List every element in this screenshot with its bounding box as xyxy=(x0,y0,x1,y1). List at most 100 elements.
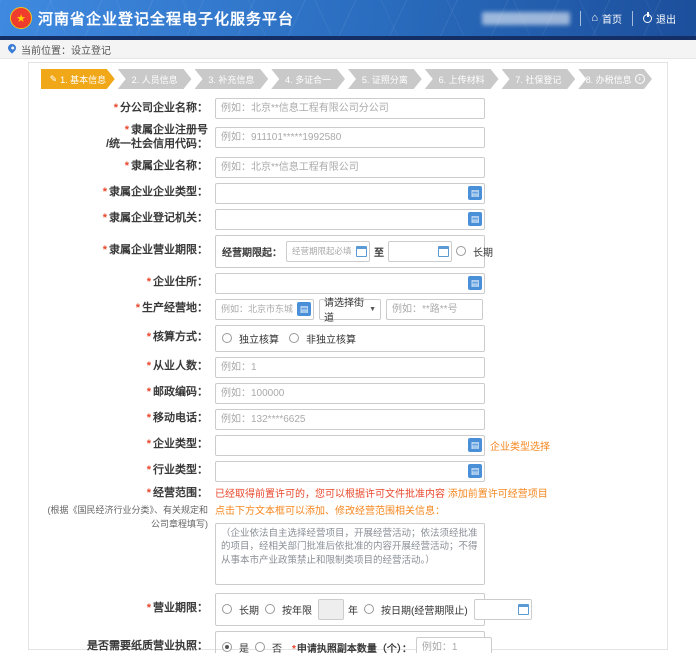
picker-icon[interactable]: ▤ xyxy=(468,464,482,478)
term-start-label: 经营期限起： xyxy=(222,244,282,259)
required-asterisk: * xyxy=(147,386,151,398)
field-row-branch-name: *分公司企业名称： xyxy=(39,98,657,119)
term-long-radio[interactable] xyxy=(222,604,232,614)
branch-name-input[interactable] xyxy=(215,98,485,119)
tab-personnel-info[interactable]: 2. 人员信息 xyxy=(118,69,192,89)
required-asterisk: * xyxy=(147,360,151,372)
employees-label: 从业人数： xyxy=(153,360,208,372)
app-header: ★ 河南省企业登记全程电子化服务平台 ⌂ 首页 退出 xyxy=(0,0,696,36)
tab-basic-info[interactable]: ✎ 1. 基本信息 xyxy=(41,69,115,89)
field-row-company-type: *企业类型： ▤ 企业类型选择 xyxy=(39,435,657,456)
paper-no-radio[interactable] xyxy=(255,642,265,652)
road-input[interactable] xyxy=(386,299,483,320)
postcode-input[interactable] xyxy=(215,383,485,404)
field-row-business-place: *生产经营地： ▤ 请选择街道▼ xyxy=(39,299,657,320)
field-row-mobile: *移动电话： xyxy=(39,409,657,430)
picker-icon[interactable]: ▤ xyxy=(468,212,482,226)
field-row-industry-type: *行业类型： ▤ xyxy=(39,461,657,482)
term-to-label: 至 xyxy=(374,244,384,259)
parent-regno-label-1: 隶属企业注册号 xyxy=(131,124,208,136)
logout-link[interactable]: 退出 xyxy=(632,11,686,26)
required-asterisk: * xyxy=(147,464,151,476)
business-scope-label: 经营范围： xyxy=(153,487,208,499)
picker-icon[interactable]: ▤ xyxy=(468,186,482,200)
business-scope-textarea[interactable]: （企业依法自主选择经营项目，开展经营活动；依法须经批准的项目，经相关部门批准后依… xyxy=(215,523,485,585)
paper-license-label: 是否需要纸质营业执照： xyxy=(87,640,208,652)
company-type-input[interactable] xyxy=(215,435,485,456)
chevron-right-icon: › xyxy=(635,74,645,84)
required-asterisk: * xyxy=(125,124,129,136)
company-type-label: 企业类型： xyxy=(153,438,208,450)
non-independent-accounting-label: 非独立核算 xyxy=(306,331,356,346)
term-years-input[interactable] xyxy=(318,599,344,620)
required-asterisk: * xyxy=(125,160,129,172)
tab-multi-cert[interactable]: 4. 多证合一 xyxy=(271,69,345,89)
industry-type-label: 行业类型： xyxy=(153,464,208,476)
location-pin-icon xyxy=(6,42,17,53)
employees-input[interactable] xyxy=(215,357,485,378)
parent-type-input[interactable] xyxy=(215,183,485,204)
picker-icon[interactable]: ▤ xyxy=(297,302,311,316)
independent-accounting-radio[interactable] xyxy=(222,333,232,343)
street-select[interactable]: 请选择街道▼ xyxy=(319,299,381,320)
home-icon: ⌂ xyxy=(591,13,598,24)
tab-social-security[interactable]: 7. 社保登记 xyxy=(502,69,576,89)
parent-regno-label-2: /统一社会信用代码： xyxy=(106,138,208,150)
required-asterisk: * xyxy=(103,212,107,224)
picker-icon[interactable]: ▤ xyxy=(468,276,482,290)
year-unit-label: 年 xyxy=(348,602,358,617)
required-asterisk: * xyxy=(147,487,151,499)
picker-icon[interactable]: ▤ xyxy=(468,438,482,452)
parent-name-input[interactable] xyxy=(215,157,485,178)
power-icon xyxy=(643,14,652,23)
calendar-icon[interactable] xyxy=(438,246,449,257)
paper-yes-radio[interactable] xyxy=(222,642,232,652)
parent-regno-input[interactable] xyxy=(215,127,485,148)
tab-supplement-info[interactable]: 3. 补充信息 xyxy=(195,69,269,89)
tab-tax-info[interactable]: 8. 办税信息 › xyxy=(578,69,652,89)
field-row-employees: *从业人数： xyxy=(39,357,657,378)
parent-type-label: 隶属企业企业类型： xyxy=(109,186,208,198)
mobile-input[interactable] xyxy=(215,409,485,430)
company-type-select-link[interactable]: 企业类型选择 xyxy=(490,438,550,453)
non-independent-accounting-radio[interactable] xyxy=(289,333,299,343)
business-scope-note: (根据《国民经济行业分类》、有关规定和公司章程填写) xyxy=(39,504,208,531)
field-row-business-scope: *经营范围： (根据《国民经济行业分类》、有关规定和公司章程填写) 已经取得前置… xyxy=(39,487,657,588)
tab-upload-materials[interactable]: 6. 上传材料 xyxy=(425,69,499,89)
copies-input[interactable] xyxy=(416,637,492,653)
field-row-parent-type: *隶属企业企业类型： ▤ xyxy=(39,183,657,204)
parent-term-group: 经营期限起： 至 长期 xyxy=(215,235,485,268)
parent-authority-input[interactable] xyxy=(215,209,485,230)
parent-term-longterm-radio[interactable] xyxy=(456,246,466,256)
calendar-icon[interactable] xyxy=(356,246,367,257)
field-row-parent-name: *隶属企业名称： xyxy=(39,157,657,178)
branch-name-label: 分公司企业名称： xyxy=(120,102,208,114)
tab-cert-separation[interactable]: 5. 证照分离 xyxy=(348,69,422,89)
field-row-accounting: *核算方式： 独立核算 非独立核算 xyxy=(39,325,657,352)
industry-type-input[interactable] xyxy=(215,461,485,482)
add-prelicense-link[interactable]: 添加前置许可经营项目 xyxy=(448,489,548,500)
mobile-label: 移动电话： xyxy=(153,412,208,424)
term-long-label: 长期 xyxy=(239,602,259,617)
required-asterisk: * xyxy=(103,244,107,256)
required-asterisk: * xyxy=(136,302,140,314)
required-asterisk: * xyxy=(292,644,296,653)
required-asterisk: * xyxy=(147,412,151,424)
paper-yes-label: 是 xyxy=(239,640,249,653)
field-row-postcode: *邮政编码： xyxy=(39,383,657,404)
address-input[interactable] xyxy=(215,273,485,294)
calendar-icon[interactable] xyxy=(518,604,529,615)
breadcrumb-label: 当前位置： xyxy=(21,42,71,57)
breadcrumb: 当前位置： 设立登记 xyxy=(0,40,696,59)
home-link[interactable]: ⌂ 首页 xyxy=(580,11,632,26)
step-tabs: ✎ 1. 基本信息 2. 人员信息 3. 补充信息 4. 多证合一 5. 证照分… xyxy=(41,69,655,89)
term-date-radio[interactable] xyxy=(364,604,374,614)
business-term-label: 营业期限： xyxy=(153,602,208,614)
parent-term-longterm-label: 长期 xyxy=(473,244,493,259)
term-years-radio[interactable] xyxy=(265,604,275,614)
required-asterisk: * xyxy=(114,102,118,114)
paper-no-label: 否 xyxy=(272,640,282,653)
breadcrumb-value: 设立登记 xyxy=(71,42,111,57)
field-row-business-term: *营业期限： 长期 按年限 年 按日期(经营期限止) xyxy=(39,593,657,626)
paper-license-group: 是 否 *申请执照副本数量（个）： xyxy=(215,631,485,653)
